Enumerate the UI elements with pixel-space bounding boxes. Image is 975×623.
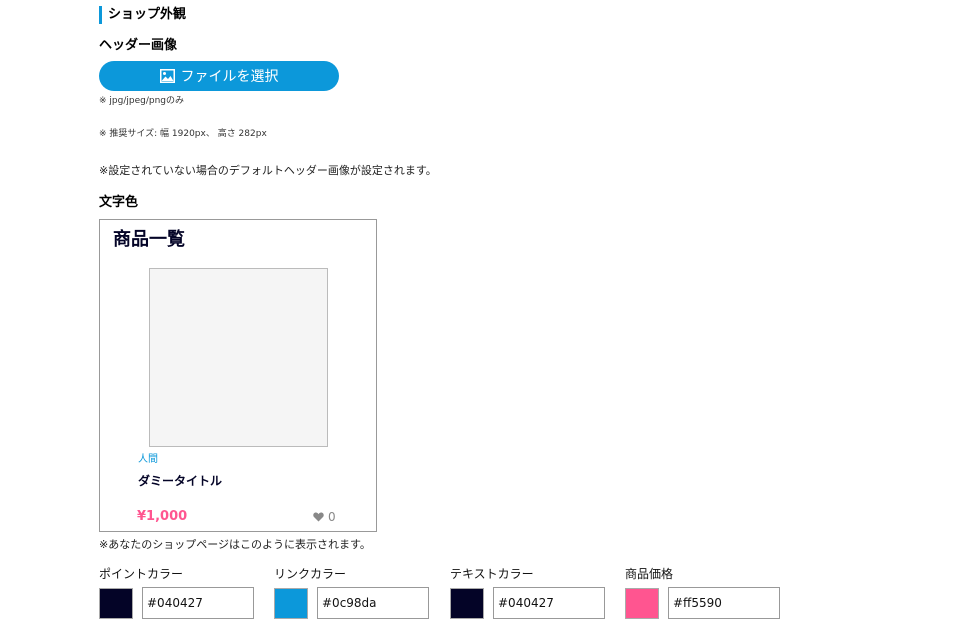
link-color-label: リンクカラー — [274, 567, 347, 581]
point-color-input[interactable] — [142, 587, 254, 619]
price-color-group: 商品価格 — [625, 567, 785, 619]
heart-icon — [313, 512, 324, 522]
select-file-button[interactable]: ファイルを選択 — [99, 61, 339, 91]
section-title: ショップ外観 — [99, 6, 186, 24]
text-color-group: テキストカラー — [450, 567, 610, 619]
link-color-input[interactable] — [317, 587, 429, 619]
product-price: ¥1,000 — [137, 509, 188, 524]
size-note: ※ 推奨サイズ: 幅 1920px、 高さ 282px — [99, 129, 267, 139]
price-color-swatch[interactable] — [625, 587, 659, 619]
text-color-label: 文字色 — [99, 195, 139, 210]
default-header-note: ※設定されていない場合のデフォルトヘッダー画像が設定されます。 — [99, 164, 437, 177]
price-color-input[interactable] — [668, 587, 780, 619]
product-title: ダミータイトル — [138, 474, 223, 488]
point-color-group: ポイントカラー — [99, 567, 259, 619]
header-image-label: ヘッダー画像 — [99, 38, 178, 53]
link-color-group: リンクカラー — [274, 567, 434, 619]
shop-preview: 商品一覧 人間 ダミータイトル ¥1,000 0 — [99, 219, 377, 532]
preview-note: ※あなたのショップページはこのように表示されます。 — [99, 538, 371, 551]
format-note: ※ jpg/jpeg/pngのみ — [99, 96, 184, 106]
text-color-input[interactable] — [493, 587, 605, 619]
price-color-label: 商品価格 — [625, 567, 674, 581]
product-thumbnail — [149, 268, 328, 447]
like-count-value: 0 — [328, 510, 336, 524]
text-color-field-label: テキストカラー — [450, 567, 534, 581]
preview-title: 商品一覧 — [113, 229, 185, 250]
point-color-label: ポイントカラー — [99, 567, 184, 581]
select-file-button-label: ファイルを選択 — [180, 69, 279, 85]
product-category: 人間 — [138, 454, 158, 465]
link-color-swatch[interactable] — [274, 587, 308, 619]
point-color-swatch[interactable] — [99, 587, 133, 619]
image-icon — [159, 69, 175, 83]
like-count: 0 — [313, 509, 336, 525]
text-color-swatch[interactable] — [450, 587, 484, 619]
